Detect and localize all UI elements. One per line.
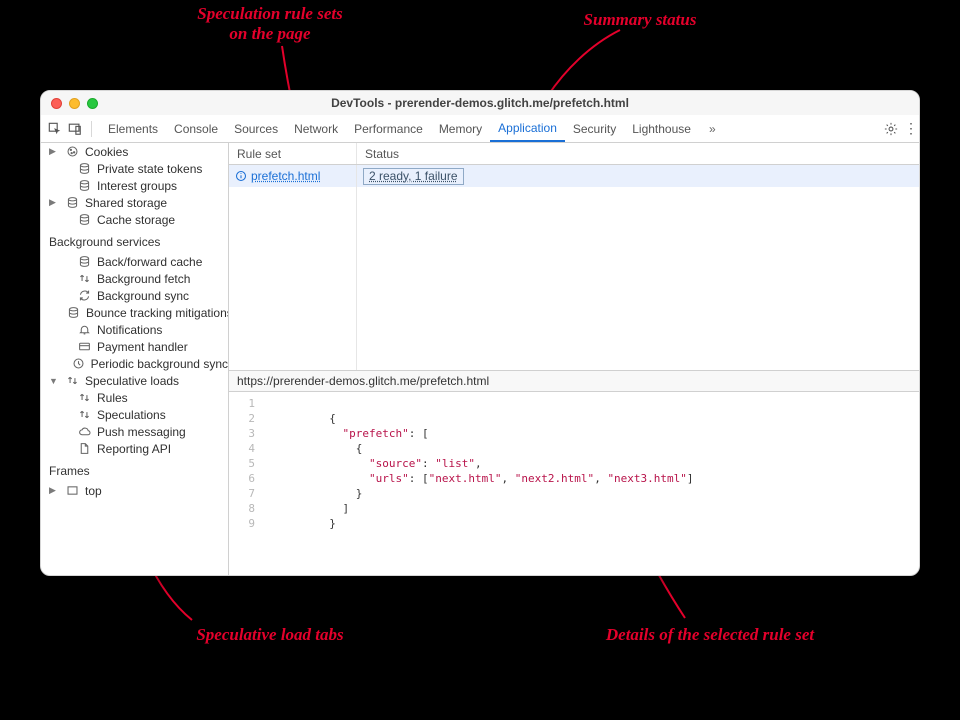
group-background-services: Background services (41, 228, 228, 253)
sidebar-item-cookies[interactable]: ▶Cookies (41, 143, 228, 160)
status-cell[interactable]: 2 ready, 1 failure (357, 165, 919, 187)
updown-icon (65, 374, 79, 387)
sidebar-item-interest-groups[interactable]: Interest groups (41, 177, 228, 194)
sidebar-item-cache-storage[interactable]: Cache storage (41, 211, 228, 228)
sidebar-item-notifications[interactable]: Notifications (41, 321, 228, 338)
tab-performance[interactable]: Performance (346, 115, 431, 142)
sidebar-item-background-fetch[interactable]: Background fetch (41, 270, 228, 287)
tab-memory[interactable]: Memory (431, 115, 490, 142)
tab-security[interactable]: Security (565, 115, 624, 142)
tab-network[interactable]: Network (286, 115, 346, 142)
window-title: DevTools - prerender-demos.glitch.me/pre… (41, 96, 919, 110)
sidebar-item-push-messaging[interactable]: Push messaging (41, 423, 228, 440)
ruleset-table-header: Rule set Status (229, 143, 919, 165)
kebab-menu-icon[interactable]: ⋮ (903, 121, 919, 137)
devtools-tabstrip: ElementsConsoleSourcesNetworkPerformance… (41, 115, 919, 143)
ruleset-cell[interactable]: prefetch.html (229, 165, 357, 187)
tab-application[interactable]: Application (490, 115, 565, 142)
source-url-bar: https://prerender-demos.glitch.me/prefet… (229, 370, 919, 392)
ruleset-table-body (229, 187, 919, 370)
sidebar-item-bounce-tracking-mitigations[interactable]: Bounce tracking mitigations (41, 304, 228, 321)
ruleset-link[interactable]: prefetch.html (251, 169, 320, 183)
sidebar-item-shared-storage[interactable]: ▶Shared storage (41, 194, 228, 211)
sidebar-item-rules[interactable]: Rules (41, 389, 228, 406)
tab-sources[interactable]: Sources (226, 115, 286, 142)
status-summary[interactable]: 2 ready, 1 failure (363, 168, 464, 185)
more-tabs-icon[interactable]: » (703, 122, 722, 136)
updown-icon (77, 408, 91, 421)
sidebar-item-periodic-background-sync[interactable]: Periodic background sync (41, 355, 228, 372)
bell-icon (77, 323, 91, 336)
card-icon (77, 340, 91, 353)
col-status[interactable]: Status (357, 143, 919, 164)
doc-icon (77, 442, 91, 455)
db-icon (77, 179, 91, 192)
frame-icon (65, 484, 79, 497)
info-circle-icon (235, 170, 247, 182)
annotation-rulesets: Speculation rule setson the page (170, 4, 370, 43)
settings-gear-icon[interactable] (883, 121, 899, 137)
sidebar-item-payment-handler[interactable]: Payment handler (41, 338, 228, 355)
ruleset-row[interactable]: prefetch.html 2 ready, 1 failure (229, 165, 919, 187)
sidebar-item-background-sync[interactable]: Background sync (41, 287, 228, 304)
sync-icon (77, 289, 91, 302)
sidebar-item-top[interactable]: ▶top (41, 482, 228, 499)
clock-icon (72, 357, 85, 370)
updown-icon (77, 391, 91, 404)
window-titlebar: DevTools - prerender-demos.glitch.me/pre… (41, 91, 919, 115)
application-sidebar: ▶CookiesPrivate state tokensInterest gro… (41, 143, 229, 575)
cloud-icon (77, 425, 91, 438)
sidebar-item-reporting-api[interactable]: Reporting API (41, 440, 228, 457)
db-icon (65, 196, 79, 209)
tab-console[interactable]: Console (166, 115, 226, 142)
db-icon (77, 162, 91, 175)
annotation-summary: Summary status (560, 10, 720, 30)
device-toggle-icon[interactable] (67, 121, 83, 137)
db-icon (67, 306, 80, 319)
annotation-tabs: Speculative load tabs (160, 625, 380, 645)
tab-lighthouse[interactable]: Lighthouse (624, 115, 699, 142)
inspect-icon[interactable] (47, 121, 63, 137)
ruleset-source-viewer[interactable]: 123456789 { "prefetch": [ { "source": "l… (229, 392, 919, 575)
col-ruleset[interactable]: Rule set (229, 143, 357, 164)
line-gutter: 123456789 (229, 392, 263, 575)
annotation-details: Details of the selected rule set (560, 625, 860, 645)
updown-icon (77, 272, 91, 285)
tab-elements[interactable]: Elements (100, 115, 166, 142)
devtools-window: DevTools - prerender-demos.glitch.me/pre… (40, 90, 920, 576)
sidebar-item-speculations[interactable]: Speculations (41, 406, 228, 423)
db-icon (77, 255, 91, 268)
group-frames: Frames (41, 457, 228, 482)
source-code: { "prefetch": [ { "source": "list", "url… (263, 392, 694, 575)
sidebar-item-private-state-tokens[interactable]: Private state tokens (41, 160, 228, 177)
sidebar-item-speculative-loads[interactable]: ▼Speculative loads (41, 372, 228, 389)
sidebar-item-back-forward-cache[interactable]: Back/forward cache (41, 253, 228, 270)
db-icon (77, 213, 91, 226)
cookie-icon (65, 145, 79, 158)
